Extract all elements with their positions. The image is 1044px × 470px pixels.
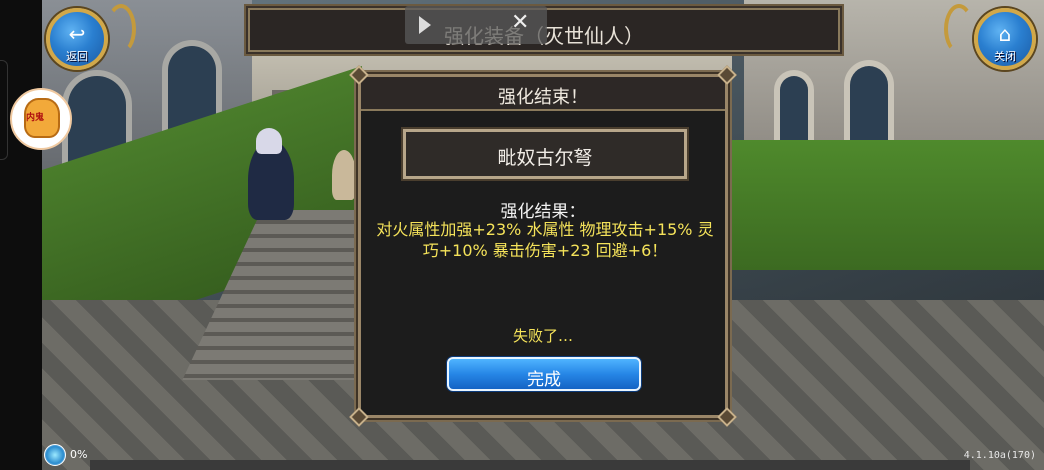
result-text: 对火属性加强+23% 水属性 物理攻击+15% 灵巧+10% 暴击伤害+23 回…: [376, 220, 714, 260]
mascot-avatar[interactable]: 内鬼: [10, 88, 72, 150]
home-icon: ⌂: [998, 22, 1012, 46]
close-button-label: 关闭: [994, 50, 1016, 63]
status-percent: 0%: [70, 448, 88, 461]
gutter-notch: [0, 60, 8, 160]
ornament-horn: [106, 4, 136, 54]
item-name-box: 毗奴古尔弩: [403, 129, 687, 179]
video-overlay[interactable]: ✕: [405, 6, 547, 44]
mascot-label: 内鬼: [26, 113, 45, 123]
loading-icon: [44, 444, 66, 466]
back-button[interactable]: ↩ 返回: [46, 8, 108, 70]
enhance-result-dialog: 强化结束！ 毗奴古尔弩 强化结果： 对火属性加强+23% 水属性 物理攻击+15…: [349, 65, 737, 427]
play-icon[interactable]: [419, 16, 431, 34]
dialog-title: 强化结束！: [498, 87, 588, 108]
fail-text: 失败了…: [512, 327, 573, 345]
ornament-horn: [944, 4, 974, 54]
bottom-bar: [90, 460, 970, 470]
back-button-label: 返回: [66, 50, 88, 63]
done-button[interactable]: 完成: [447, 357, 641, 391]
version-label: 4.1.10a(170): [963, 450, 1036, 461]
screen-gutter: [0, 0, 42, 470]
back-arrow-icon: ↩: [68, 22, 86, 46]
close-button[interactable]: ⌂ 关闭: [974, 8, 1036, 70]
done-button-label: 完成: [527, 370, 561, 390]
npc-character[interactable]: [332, 150, 356, 200]
right-lawn: [714, 140, 1044, 270]
dialog-header: 强化结束！: [361, 77, 725, 111]
item-name: 毗奴古尔弩: [497, 147, 593, 169]
player-head: [256, 128, 282, 154]
close-icon[interactable]: ✕: [511, 10, 529, 35]
